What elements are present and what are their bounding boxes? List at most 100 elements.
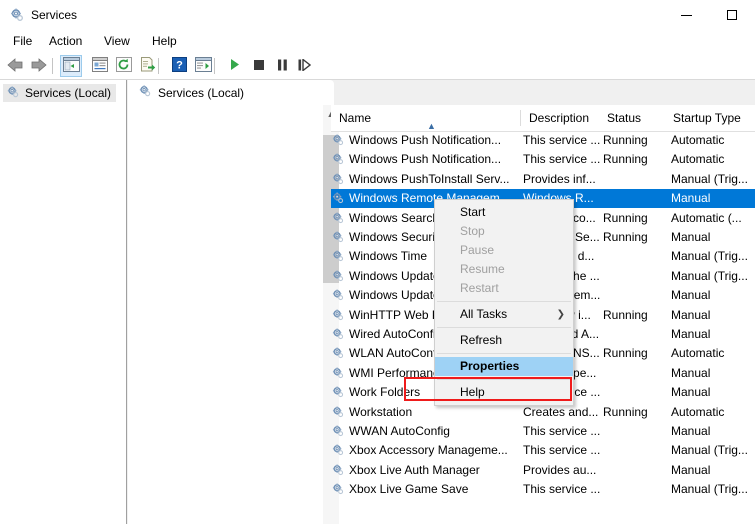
minimize-button[interactable] (663, 0, 709, 30)
cell-status (603, 325, 665, 344)
service-gear-icon (331, 463, 346, 478)
cell-startup-type: Manual (Trig... (671, 249, 748, 264)
context-menu-item-all-tasks[interactable]: All Tasks ❯ (435, 305, 573, 324)
service-gear-icon (331, 327, 346, 342)
back-arrow-icon (6, 57, 24, 75)
service-gear-icon (331, 405, 346, 420)
table-row[interactable]: Xbox Accessory Manageme... This service .… (331, 441, 755, 460)
properties-icon (92, 57, 108, 75)
context-menu-item-restart: Restart (435, 279, 573, 298)
pane-tab-label: Services (Local) (158, 85, 245, 100)
cell-status: Running (603, 346, 648, 361)
cell-description: This service ... (523, 152, 601, 167)
context-menu-item-refresh[interactable]: Refresh (435, 331, 573, 350)
restart-service-icon (298, 57, 311, 74)
cell-status (603, 364, 665, 383)
menu-action[interactable]: Action (42, 33, 89, 50)
cell-name: Windows Push Notification... (349, 133, 502, 147)
context-menu-item-label: Refresh (460, 333, 503, 347)
cell-startup-type: Manual (Trig... (671, 443, 748, 458)
export-list-icon (140, 57, 156, 75)
cell-description: Provides au... (523, 462, 597, 477)
cell-startup-type: Manual (671, 327, 711, 341)
table-row[interactable]: Windows PushToInstall Serv... Provides in… (331, 170, 755, 189)
toolbar-restart-service-button[interactable] (293, 55, 315, 77)
cell-status (603, 286, 665, 305)
cell-status (603, 189, 665, 208)
table-row[interactable]: Windows Push Notification... This service… (331, 150, 755, 169)
column-header-description[interactable]: Description (521, 105, 599, 131)
toolbar-console-tree-button[interactable] (60, 55, 82, 77)
menu-view[interactable]: View (97, 33, 137, 50)
refresh-icon (116, 57, 132, 75)
table-row[interactable]: Windows Push Notification... This service… (331, 131, 755, 150)
column-header-startup-type[interactable]: Startup Type (665, 105, 755, 131)
cell-status: Running (603, 404, 648, 419)
cell-startup-type: Manual (671, 307, 711, 322)
service-gear-icon (331, 133, 346, 148)
cell-name: Xbox Accessory Manageme... (349, 443, 508, 458)
cell-startup-type: Automatic (671, 152, 725, 167)
cell-startup-type: Manual (671, 191, 711, 206)
menu-file[interactable]: File (6, 33, 39, 50)
toolbar-separator (214, 58, 215, 74)
context-menu-item-pause: Pause (435, 241, 573, 260)
toolbar-separator (52, 58, 53, 74)
toolbar-pause-service-button[interactable] (271, 55, 293, 77)
service-gear-icon (331, 230, 346, 245)
toolbar-export-list-button[interactable] (137, 55, 159, 77)
cell-startup-type: Manual (671, 288, 711, 303)
menu-separator (437, 353, 571, 354)
cell-description: This service ... (523, 443, 601, 458)
cell-status (603, 461, 665, 480)
cell-startup-type: Automatic (671, 133, 725, 147)
cell-status: Running (603, 230, 648, 244)
context-menu-item-label: All Tasks (460, 307, 508, 321)
toolbar-action-pane-button[interactable] (192, 55, 214, 77)
cell-description: This service ... (523, 133, 601, 147)
menu-bar: File Action View Help (0, 30, 755, 52)
service-gear-icon (331, 366, 346, 381)
table-row[interactable]: Xbox Live Game Save This service ... Manua… (331, 480, 755, 499)
maximize-icon (727, 10, 737, 20)
column-header-status[interactable]: Status (599, 105, 665, 131)
toolbar-forward-button[interactable] (28, 55, 50, 77)
caption-buttons (663, 0, 755, 30)
service-gear-icon (331, 482, 346, 497)
context-menu-item-label: Restart (460, 281, 499, 295)
table-row[interactable]: Xbox Live Auth Manager Provides au... Manu… (331, 461, 755, 480)
toolbar-back-button[interactable] (4, 55, 26, 77)
cell-name: Windows PushToInstall Serv... (349, 171, 510, 186)
services-gear-icon (138, 84, 152, 101)
cell-name: Windows Push Notification... (349, 152, 502, 167)
context-menu-item-properties[interactable]: Properties (435, 357, 573, 376)
cell-startup-type: Automatic (671, 346, 725, 361)
svg-text:?: ? (176, 60, 183, 72)
chevron-right-icon: ❯ (556, 309, 565, 320)
tree-node-services-local[interactable]: Services (Local) (3, 84, 117, 102)
cell-status: Running (603, 152, 648, 167)
toolbar-stop-service-button[interactable] (248, 55, 270, 77)
toolbar-help-button[interactable]: ? (168, 55, 190, 77)
maximize-button[interactable] (709, 0, 755, 30)
column-header-name[interactable]: Name ▲ (331, 105, 521, 131)
cell-status: Running (603, 210, 648, 225)
context-menu-item-label: Resume (460, 262, 505, 276)
services-gear-icon (9, 7, 25, 23)
toolbar-start-service-button[interactable] (224, 55, 246, 77)
toolbar-refresh-button[interactable] (113, 55, 135, 77)
toolbar-properties-button[interactable] (89, 55, 111, 77)
cell-status (603, 480, 665, 499)
pane-tab-services-local[interactable]: Services (Local) (128, 80, 334, 105)
table-row[interactable]: WWAN AutoConfig This service ... Manual (331, 422, 755, 441)
toolbar: ? (0, 52, 755, 80)
cell-startup-type: Automatic (... (671, 210, 742, 225)
menu-help[interactable]: Help (145, 33, 184, 50)
cell-status (603, 170, 665, 189)
context-menu-item-help[interactable]: Help (435, 383, 573, 402)
service-gear-icon (331, 269, 346, 284)
service-gear-icon (331, 385, 346, 400)
context-menu-item-start[interactable]: Start (435, 203, 573, 222)
cell-status: Running (603, 133, 648, 147)
service-gear-icon (331, 424, 346, 439)
